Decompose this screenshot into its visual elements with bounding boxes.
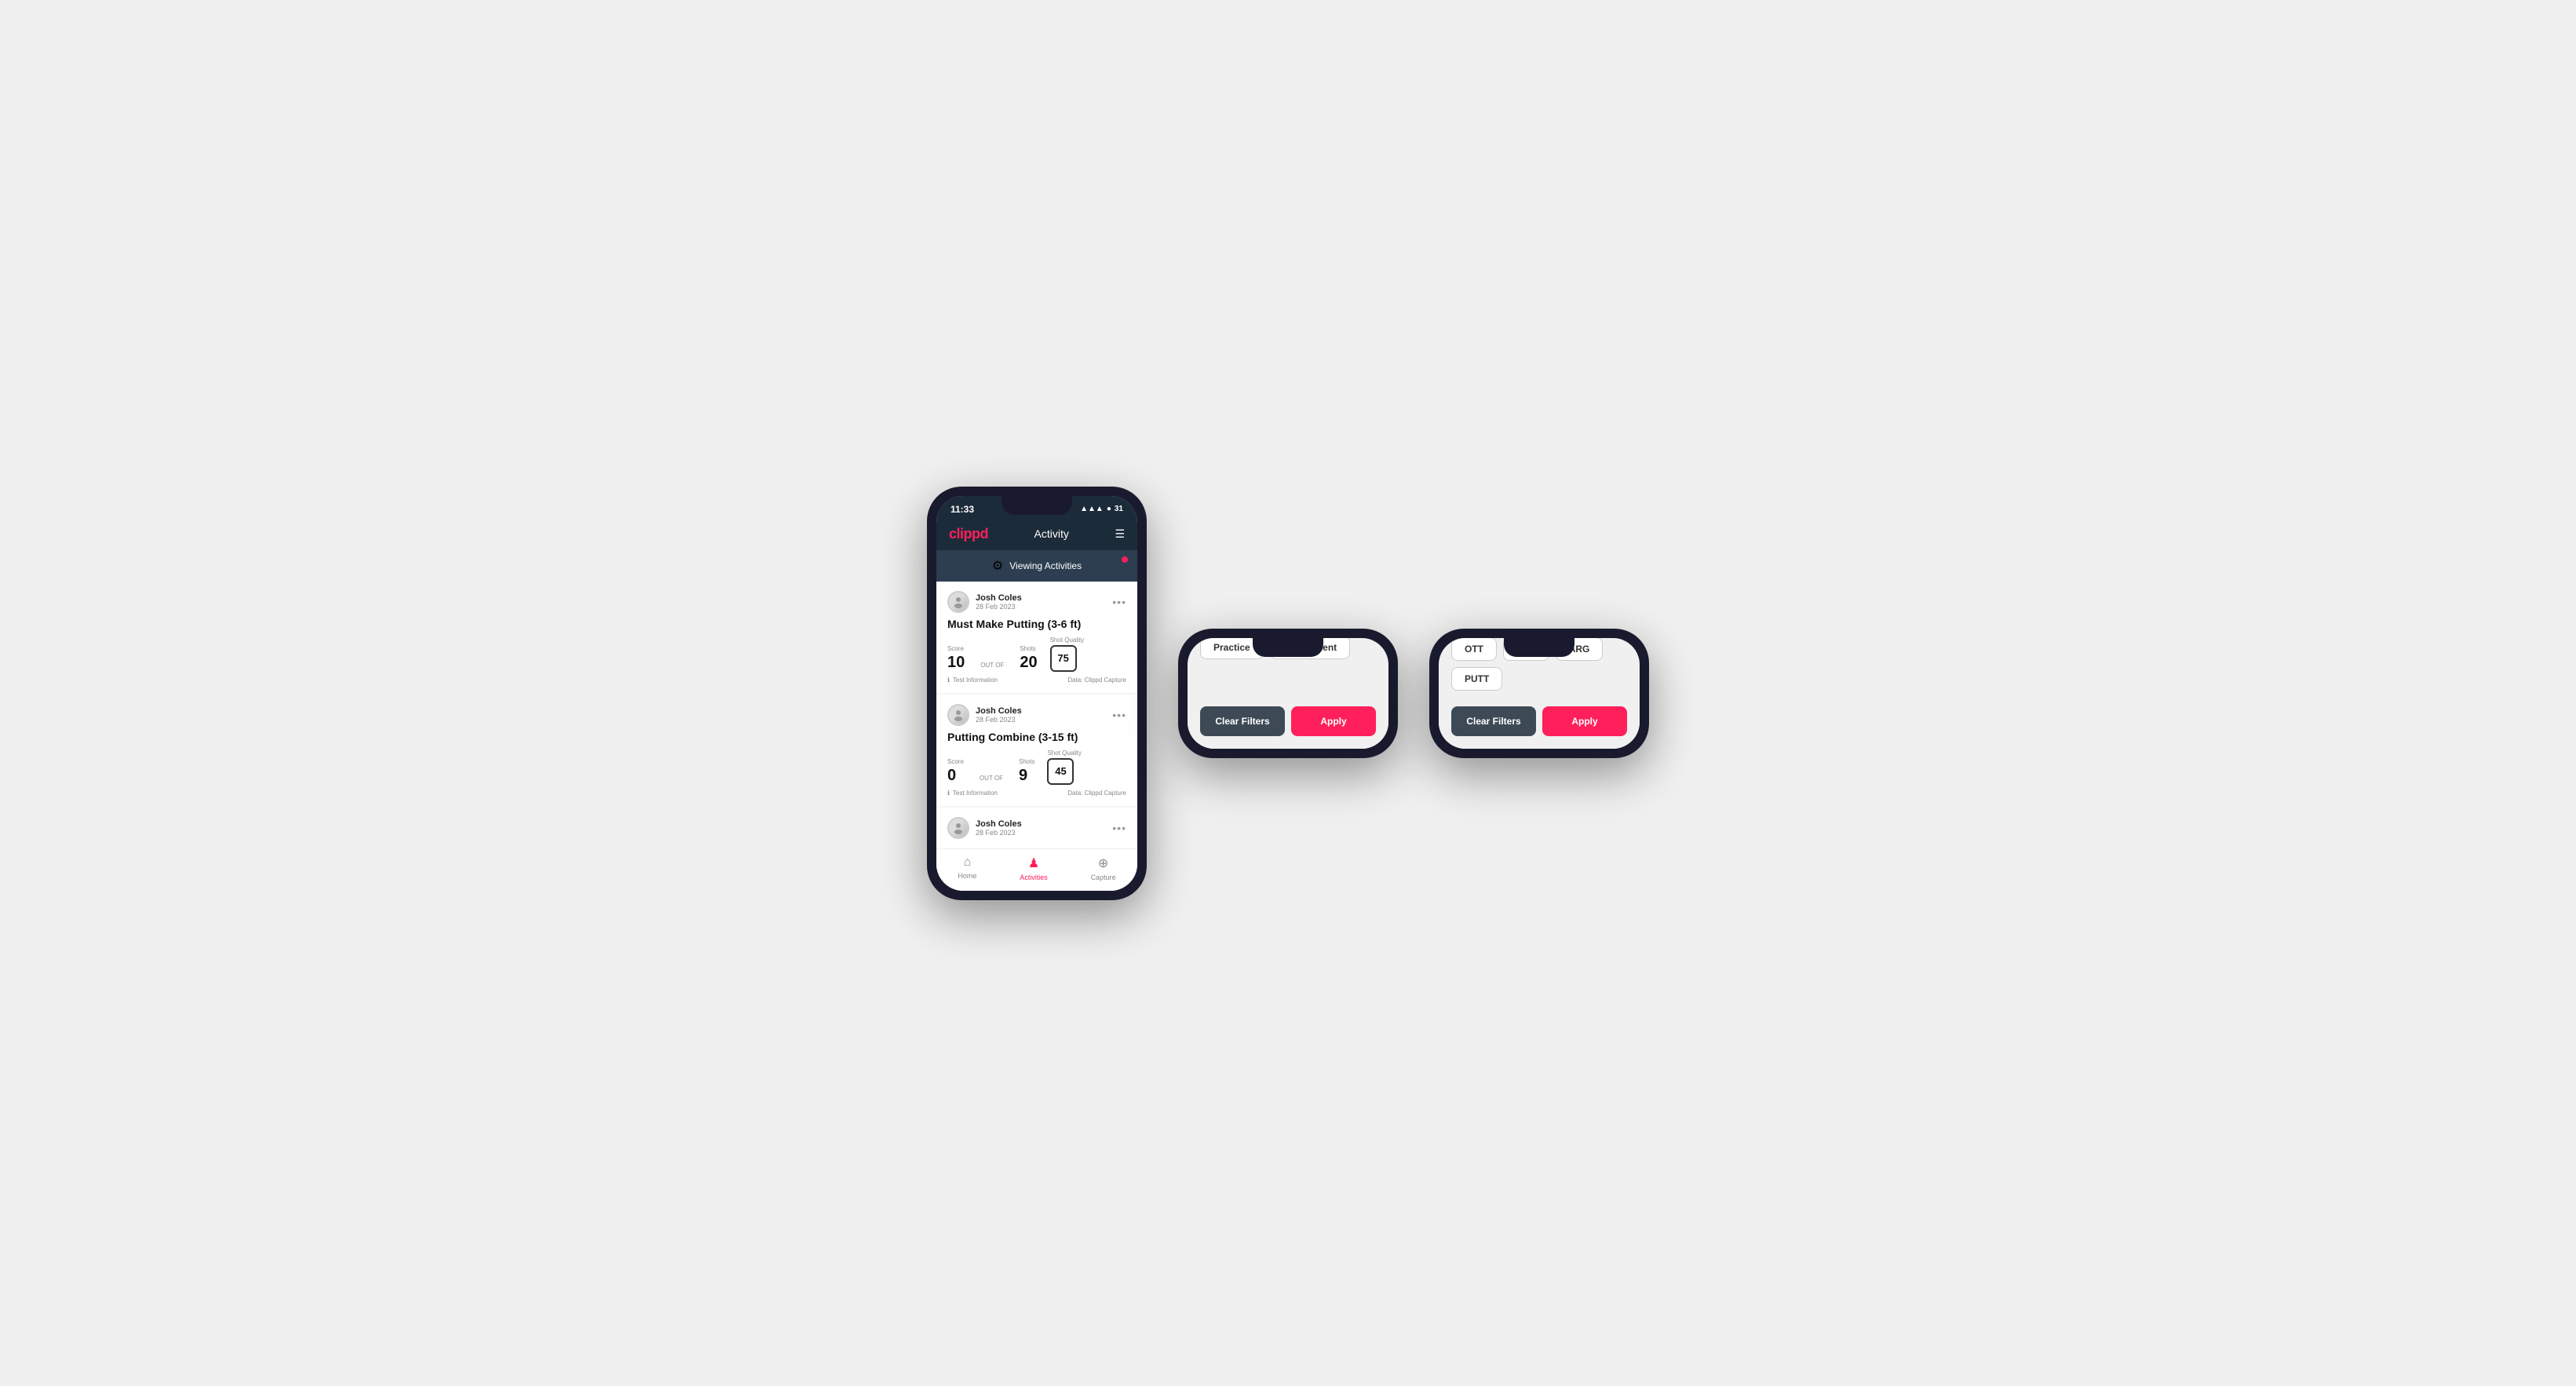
avatar-2: [947, 704, 969, 726]
info-icon-2: ℹ: [947, 790, 950, 797]
notch-3: [1504, 638, 1574, 657]
test-info-2: ℹ Test Information: [947, 790, 998, 797]
activity-item-1: Josh Coles 28 Feb 2023 ••• Must Make Put…: [936, 582, 1137, 693]
nav-capture[interactable]: ⊕ Capture: [1091, 855, 1116, 881]
activity-title-2: Putting Combine (3-15 ft): [947, 731, 1126, 743]
nav-home-label: Home: [958, 872, 976, 880]
more-dots-1[interactable]: •••: [1112, 596, 1126, 608]
chip-putt-3[interactable]: PUTT: [1451, 667, 1502, 691]
home-icon: ⌂: [964, 855, 972, 870]
phone-3: 11:33 ▲▲▲ ● 31 clippd Activity ☰ ⚙ Viewi…: [1429, 629, 1649, 758]
capture-icon: ⊕: [1098, 855, 1108, 871]
score-label-1: Score: [947, 645, 965, 652]
signal-icon: ▲▲▲: [1080, 505, 1104, 513]
filter-actions-2: Clear Filters Apply: [1200, 706, 1376, 736]
user-date-2: 28 Feb 2023: [976, 716, 1022, 724]
activity-stats-2: Score 0 OUT OF Shots 9 Shot Quality 45: [947, 750, 1126, 785]
user-name-1: Josh Coles: [976, 593, 1022, 603]
shot-quality-badge-1: 75: [1050, 645, 1077, 672]
clear-filters-btn-2[interactable]: Clear Filters: [1200, 706, 1285, 736]
user-info-3: Josh Coles 28 Feb 2023: [947, 817, 1022, 839]
user-name-3: Josh Coles: [976, 819, 1022, 829]
shots-label-1: Shots: [1020, 645, 1037, 652]
nav-capture-label: Capture: [1091, 874, 1116, 881]
data-source-1: Data: Clippd Capture: [1067, 677, 1126, 684]
avatar-1: [947, 591, 969, 613]
activity-stats-1: Score 10 OUT OF Shots 20 Shot Quality 75: [947, 636, 1126, 672]
shots-value-1: 20: [1020, 654, 1037, 672]
shot-quality-badge-2: 45: [1047, 758, 1074, 785]
chip-ott-3[interactable]: OTT: [1451, 638, 1497, 661]
wifi-icon: ●: [1107, 505, 1111, 513]
user-info-2: Josh Coles 28 Feb 2023: [947, 704, 1022, 726]
app-header-1: clippd Activity ☰: [936, 520, 1137, 550]
activity-title-1: Must Make Putting (3-6 ft): [947, 618, 1126, 630]
shots-label-2: Shots: [1019, 758, 1034, 765]
score-value-1: 10: [947, 654, 965, 672]
clear-filters-btn-3[interactable]: Clear Filters: [1451, 706, 1536, 736]
battery-icon: 31: [1115, 505, 1123, 513]
time-1: 11:33: [950, 504, 974, 515]
apply-btn-2[interactable]: Apply: [1291, 706, 1376, 736]
filter-icon-1: ⚙: [992, 558, 1003, 574]
shot-quality-label-1: Shot Quality: [1050, 636, 1085, 644]
more-dots-2[interactable]: •••: [1112, 709, 1126, 721]
shots-value-2: 9: [1019, 767, 1034, 785]
out-of-2: OUT OF: [980, 775, 1003, 782]
score-value-2: 0: [947, 767, 964, 785]
info-icon-1: ℹ: [947, 677, 950, 684]
notch-2: [1253, 638, 1323, 657]
shot-quality-label-2: Shot Quality: [1047, 750, 1082, 757]
filter-actions-3: Clear Filters Apply: [1451, 706, 1627, 736]
data-source-2: Data: Clippd Capture: [1067, 790, 1126, 797]
user-date-3: 28 Feb 2023: [976, 829, 1022, 837]
bottom-nav: ⌂ Home ♟ Activities ⊕ Capture: [936, 848, 1137, 891]
apply-btn-3[interactable]: Apply: [1542, 706, 1627, 736]
out-of-1: OUT OF: [980, 662, 1004, 669]
activities-icon: ♟: [1028, 855, 1039, 871]
menu-icon-1[interactable]: ☰: [1115, 527, 1125, 541]
nav-activities-label: Activities: [1020, 874, 1048, 881]
phone-1: 11:33 ▲▲▲ ● 31 clippd Activity ☰ ⚙ Viewi…: [927, 487, 1147, 900]
score-label-2: Score: [947, 758, 964, 765]
avatar-3: [947, 817, 969, 839]
user-info-1: Josh Coles 28 Feb 2023: [947, 591, 1022, 613]
header-title-1: Activity: [1034, 527, 1069, 540]
status-icons-1: ▲▲▲ ● 31: [1080, 505, 1123, 513]
user-name-2: Josh Coles: [976, 706, 1022, 716]
viewing-bar-1[interactable]: ⚙ Viewing Activities: [936, 550, 1137, 582]
test-info-1: ℹ Test Information: [947, 677, 998, 684]
viewing-bar-text-1: Viewing Activities: [1009, 560, 1082, 571]
viewing-dot-1: [1122, 556, 1128, 563]
more-dots-3[interactable]: •••: [1112, 822, 1126, 834]
activity-item-3: Josh Coles 28 Feb 2023 •••: [936, 808, 1137, 847]
logo-1: clippd: [949, 526, 988, 542]
phone-2: 11:33 ▲▲▲ ● 31 clippd Activity ☰ ⚙ Viewi…: [1178, 629, 1398, 758]
activity-item-2: Josh Coles 28 Feb 2023 ••• Putting Combi…: [936, 695, 1137, 806]
nav-home[interactable]: ⌂ Home: [958, 855, 976, 881]
activity-list: Josh Coles 28 Feb 2023 ••• Must Make Put…: [936, 582, 1137, 847]
notch: [1002, 496, 1072, 515]
nav-activities[interactable]: ♟ Activities: [1020, 855, 1048, 881]
user-date-1: 28 Feb 2023: [976, 603, 1022, 611]
